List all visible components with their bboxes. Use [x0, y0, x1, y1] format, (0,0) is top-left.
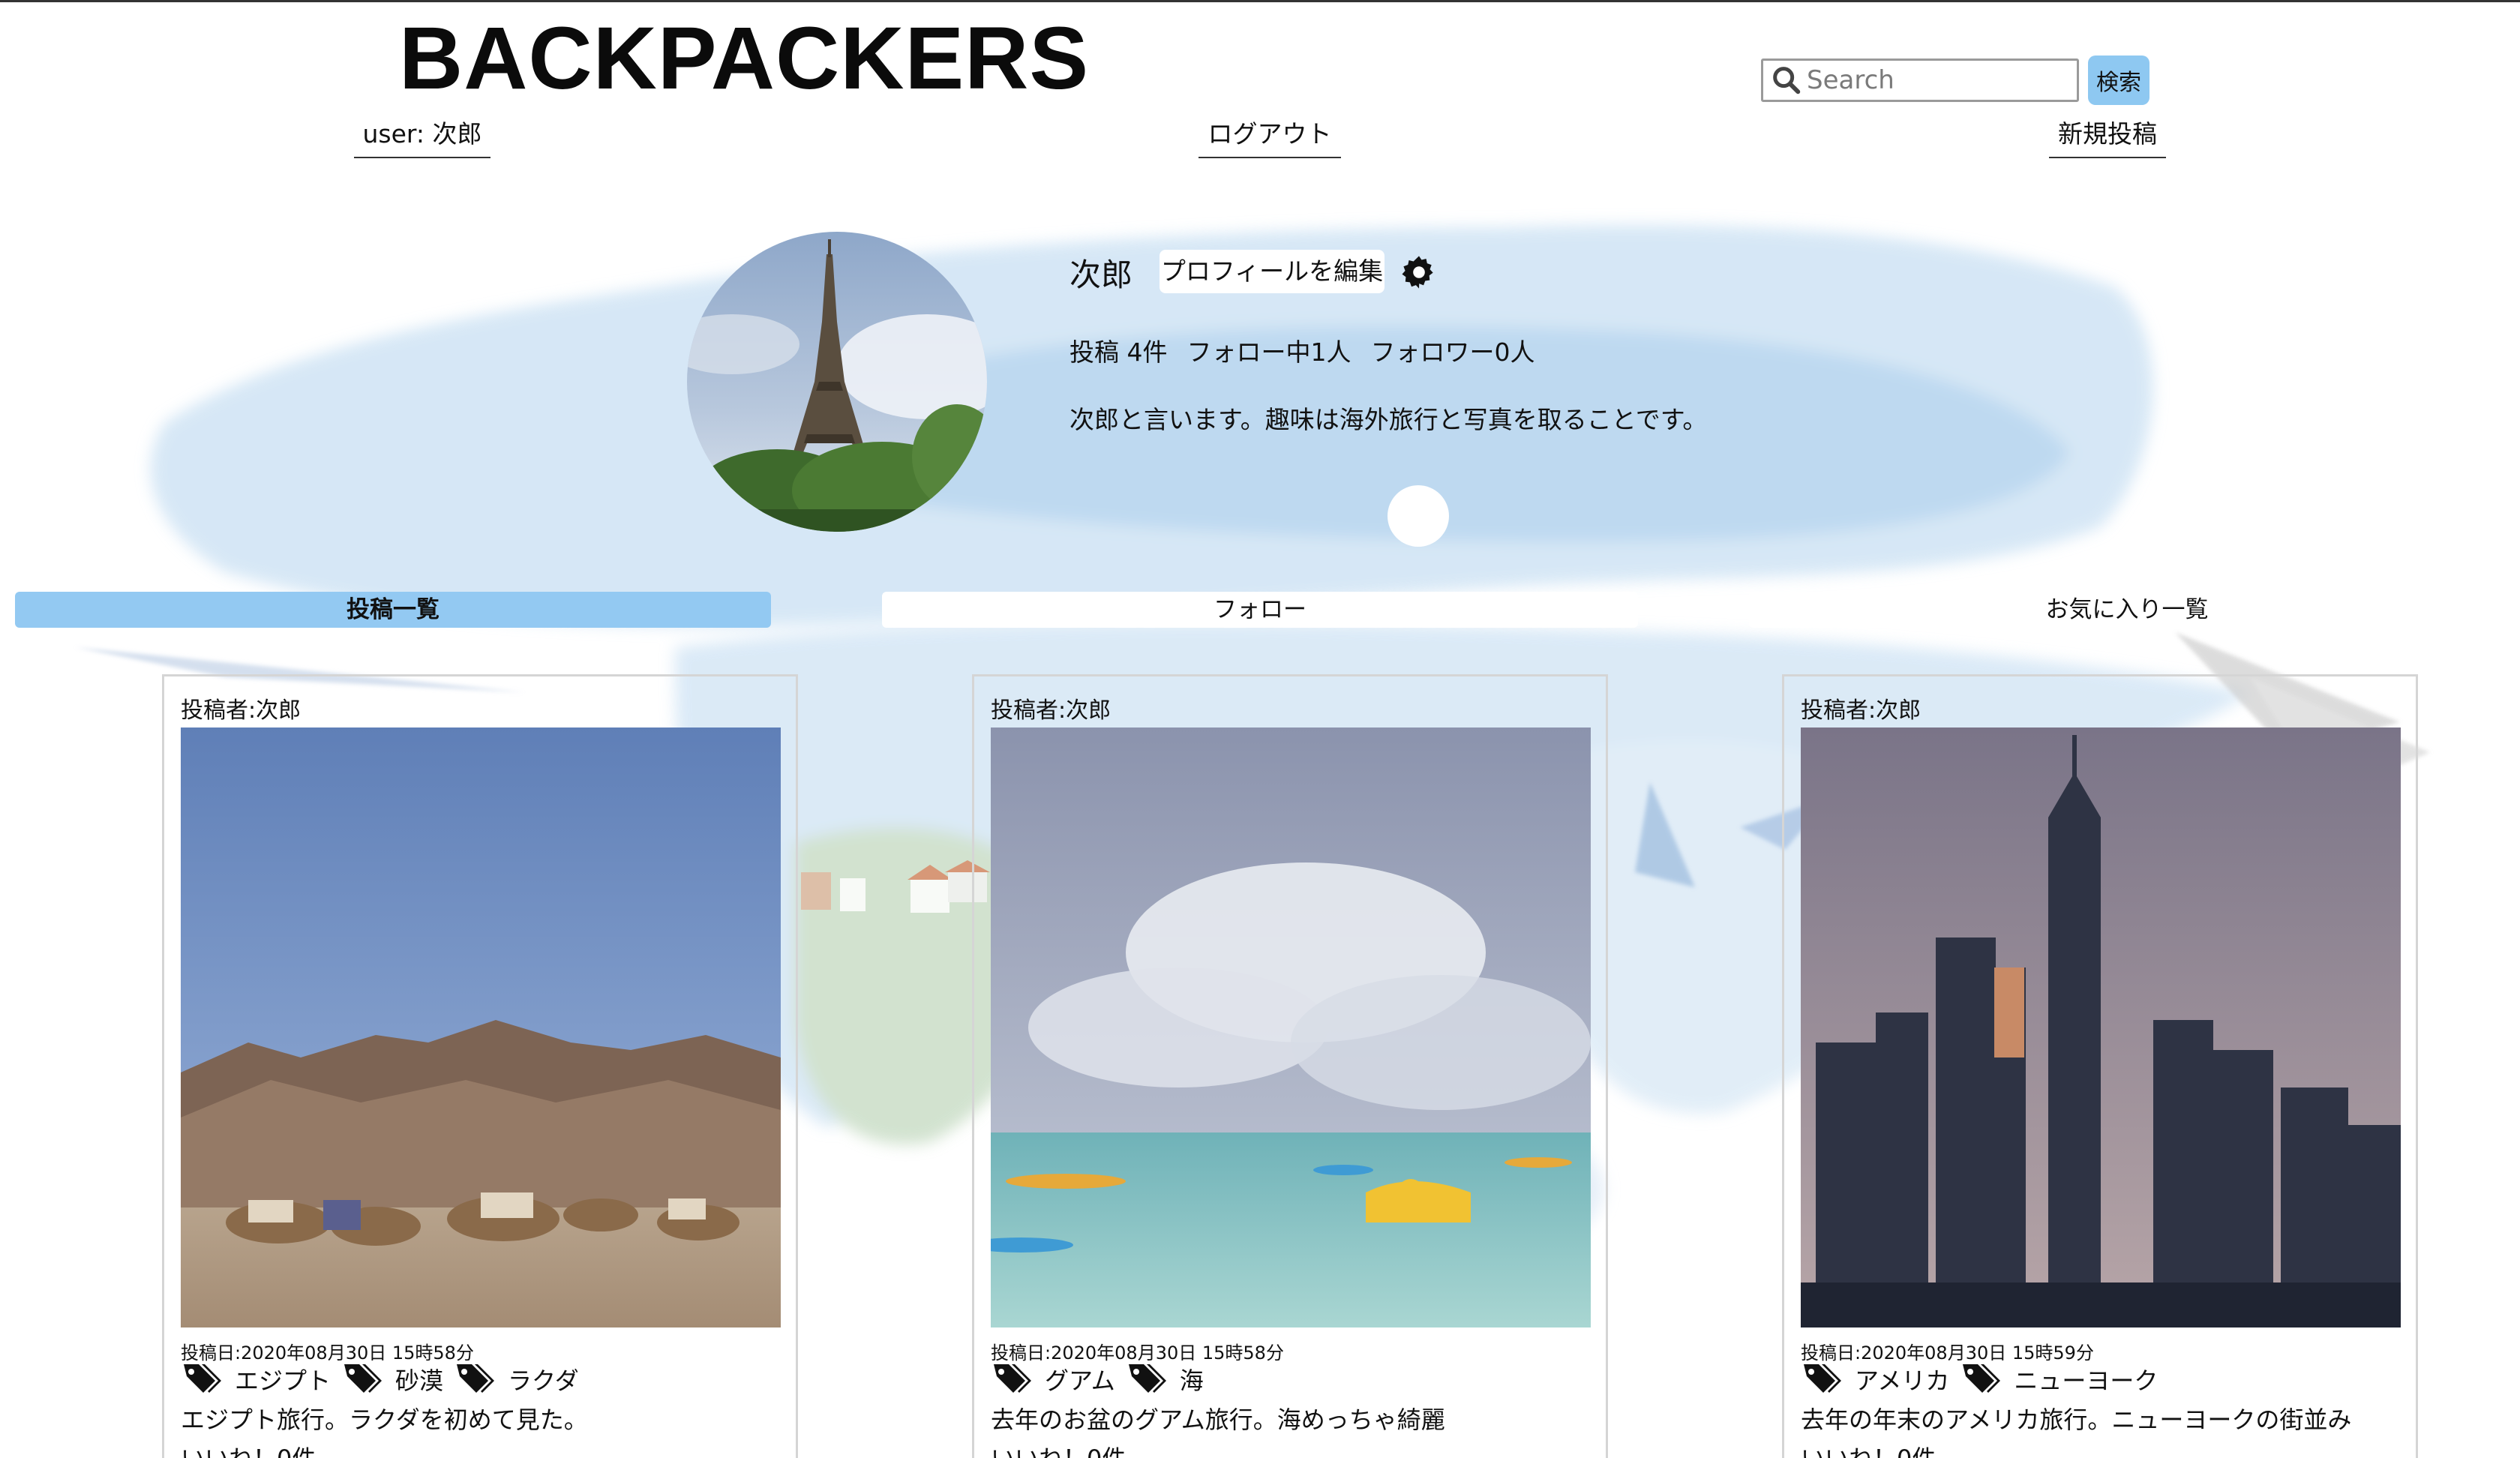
gear-icon[interactable]	[1400, 253, 1438, 292]
tag-label: ニューヨーク	[2014, 1366, 2158, 1395]
tag-label: エジプト	[235, 1366, 332, 1395]
tag-icon	[1804, 1364, 1841, 1393]
profile-bio: 次郎と言います。趣味は海外旅行と写真を取ることです。	[1070, 405, 1708, 434]
profile-name: 次郎	[1070, 256, 1133, 293]
tag-icon	[457, 1364, 495, 1393]
tag-icon	[1963, 1364, 2001, 1393]
tag-icon	[1128, 1364, 1166, 1393]
tag[interactable]: 砂漠	[341, 1360, 443, 1398]
tag-icon	[184, 1364, 221, 1393]
tag-label: グアム	[1045, 1366, 1115, 1395]
logout-link[interactable]: ログアウト	[1198, 115, 1341, 158]
magnifier-icon	[1773, 67, 1801, 94]
post-tags: グアム 海	[991, 1360, 1214, 1398]
edit-profile-button[interactable]: プロフィールを編集	[1160, 250, 1384, 293]
post-photo[interactable]	[181, 728, 781, 1328]
post-likes[interactable]: いいね！0件	[991, 1440, 1126, 1458]
post-caption: 去年のお盆のグアム旅行。海めっちゃ綺麗	[991, 1406, 1445, 1434]
tag[interactable]: アメリカ	[1801, 1360, 1949, 1398]
tab-posts[interactable]: 投稿一覧	[15, 592, 771, 628]
post-card[interactable]: 投稿者:次郎	[162, 674, 798, 1458]
search-box[interactable]	[1761, 58, 2079, 102]
avatar[interactable]	[687, 232, 987, 532]
post-tags: エジプト 砂漠 ラクダ	[181, 1360, 590, 1398]
search-button[interactable]: 検索	[2088, 56, 2150, 105]
post-likes[interactable]: いいね！0件	[1801, 1440, 1936, 1458]
profile-stats: 投稿 4件 フォロー中1人 フォロワー0人	[1070, 332, 1535, 368]
post-card[interactable]: 投稿者:次郎	[1782, 674, 2418, 1458]
tag-label: 海	[1179, 1366, 1204, 1395]
tag[interactable]: ニューヨーク	[1960, 1360, 2158, 1398]
user-link[interactable]: user: 次郎	[354, 115, 490, 158]
post-photo[interactable]	[991, 728, 1591, 1328]
following-count[interactable]: フォロー中1人	[1187, 332, 1352, 368]
tag-icon	[994, 1364, 1031, 1393]
decorative-dot	[1388, 485, 1449, 547]
post-photo[interactable]	[1801, 728, 2401, 1328]
post-likes[interactable]: いいね！0件	[181, 1440, 316, 1458]
follower-count[interactable]: フォロワー0人	[1371, 332, 1535, 368]
page: BACKPACKERS 検索 user: 次郎 ログアウト 新規投稿	[0, 0, 2520, 1458]
tab-favorites[interactable]: お気に入り一覧	[1749, 592, 2505, 628]
tab-follow[interactable]: フォロー	[882, 592, 1638, 628]
brand-logo[interactable]: BACKPACKERS	[399, 10, 1089, 107]
tag[interactable]: グアム	[991, 1360, 1115, 1398]
tag[interactable]: 海	[1126, 1360, 1204, 1398]
post-caption: エジプト旅行。ラクダを初めて見た。	[181, 1406, 588, 1434]
tag-label: 砂漠	[395, 1366, 444, 1395]
tag[interactable]: エジプト	[181, 1360, 331, 1398]
tag-icon	[344, 1364, 382, 1393]
tag-label: アメリカ	[1855, 1366, 1950, 1395]
post-author[interactable]: 投稿者:次郎	[991, 692, 1111, 724]
search-input[interactable]	[1804, 65, 2062, 95]
tag[interactable]: ラクダ	[454, 1360, 579, 1398]
post-caption: 去年の年末のアメリカ旅行。ニューヨークの街並み	[1801, 1406, 2352, 1434]
new-post-link[interactable]: 新規投稿	[2049, 115, 2166, 158]
avatar-photo	[687, 232, 987, 532]
post-card[interactable]: 投稿者:次郎	[972, 674, 1608, 1458]
tag-label: ラクダ	[508, 1366, 579, 1395]
post-author[interactable]: 投稿者:次郎	[1801, 692, 1921, 724]
post-author[interactable]: 投稿者:次郎	[181, 692, 301, 724]
post-tags: アメリカ ニューヨーク	[1801, 1360, 2168, 1398]
post-count: 投稿 4件	[1070, 338, 1168, 367]
